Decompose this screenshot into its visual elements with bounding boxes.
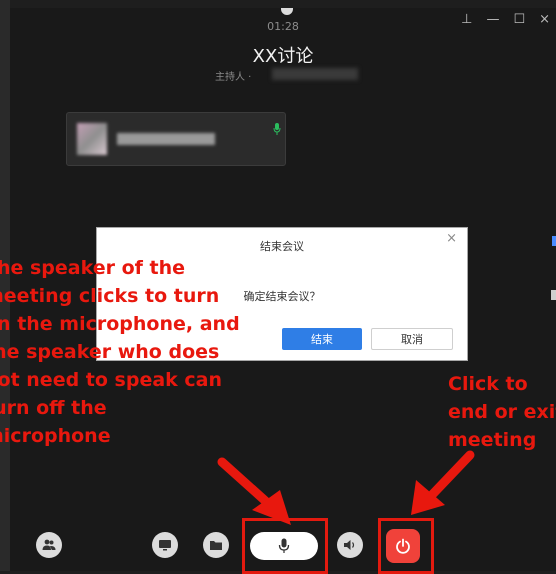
arrow-to-end-button [425,450,475,502]
annotation-arrows [217,450,475,525]
arrow-to-microphone [217,457,276,511]
